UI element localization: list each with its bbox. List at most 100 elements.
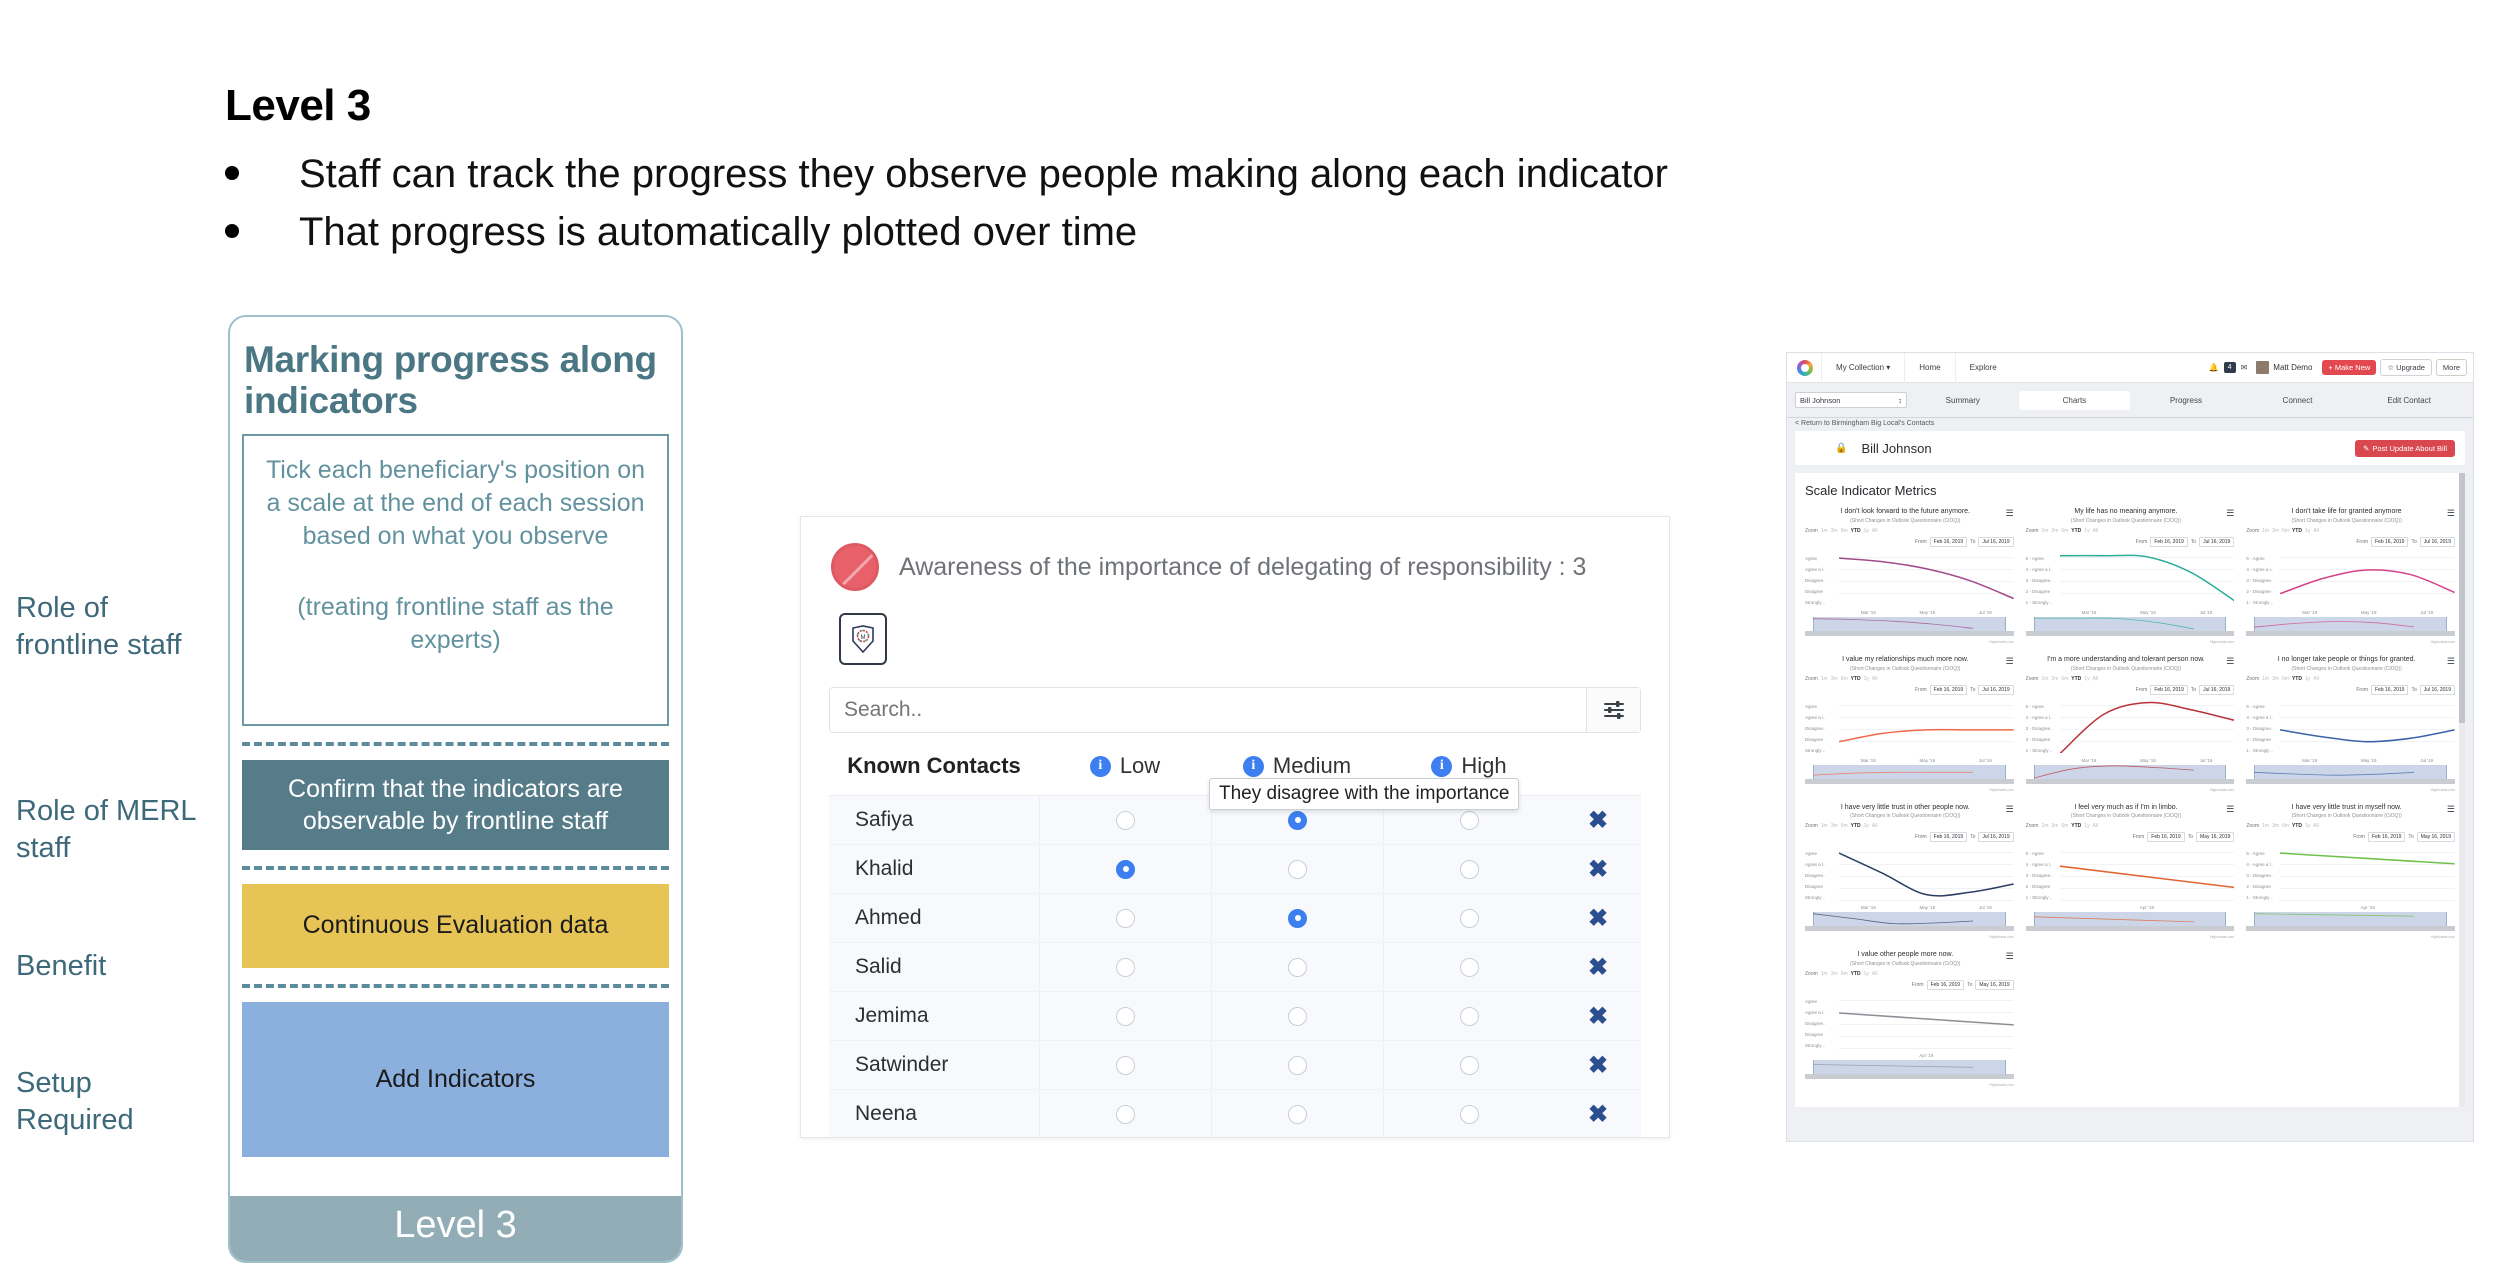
from-date-input[interactable]: Feb 16, 2019 [2147,832,2185,843]
avatar[interactable] [2256,361,2270,374]
zoom-option-6m[interactable]: 6m [2282,528,2289,534]
radio-cell-low[interactable] [1039,1041,1211,1089]
radio-high[interactable] [1460,859,1479,879]
navigator-scrollbar[interactable] [1805,926,2014,932]
tab-connect[interactable]: Connect [2242,391,2354,410]
hamburger-menu-icon[interactable]: ☰ [2226,509,2234,518]
info-icon[interactable]: i [1089,755,1111,777]
zoom-option-ytd[interactable]: YTD [2071,676,2081,682]
to-date-input[interactable]: Jul 16, 2019 [1978,536,2014,547]
hamburger-menu-icon[interactable]: ☰ [2447,509,2455,518]
hamburger-menu-icon[interactable]: ☰ [2006,509,2014,518]
zoom-option-3m[interactable]: 3m [1831,528,1838,534]
navigator-scrollbar[interactable] [2025,926,2235,932]
upgrade-button[interactable]: ☆ Upgrade [2380,359,2432,376]
radio-cell-high[interactable] [1383,845,1555,893]
radio-high[interactable] [1460,1104,1479,1124]
zoom-option-3m[interactable]: 3m [2272,528,2279,534]
zoom-option-all[interactable]: All [1872,823,1878,829]
hamburger-menu-icon[interactable]: ☰ [2226,656,2234,666]
zoom-option-ytd[interactable]: YTD [2071,823,2081,829]
radio-cell-medium[interactable] [1211,845,1383,893]
contact-select-dropdown[interactable]: Bill Johnson ↕ [1795,392,1907,408]
radio-cell-medium[interactable] [1211,992,1383,1040]
zoom-option-1m[interactable]: 1m [2262,528,2269,534]
info-icon[interactable]: i [1242,755,1264,777]
radio-high[interactable] [1460,1006,1479,1026]
radio-cell-low[interactable] [1039,992,1211,1040]
more-button[interactable]: More [2435,359,2467,376]
zoom-option-all[interactable]: All [1872,971,1878,977]
make-new-button[interactable]: + Make New [2322,360,2377,375]
from-date-input[interactable]: Feb 16, 2019 [2150,536,2188,547]
post-update-button[interactable]: ✎ Post Update About Bill [2355,439,2455,457]
radio-high[interactable] [1460,1055,1479,1075]
zoom-option-1y[interactable]: 1y [2305,823,2310,829]
topnav-my-collection[interactable]: My Collection ▾ [1821,353,1904,383]
radio-cell-medium[interactable] [1211,1041,1383,1089]
radio-low[interactable] [1116,957,1135,977]
envelope-icon[interactable]: ✉ [2241,363,2248,372]
search-input[interactable] [830,688,1586,732]
zoom-option-6m[interactable]: 6m [2282,676,2289,682]
zoom-option-all[interactable]: All [2313,528,2319,534]
zoom-option-1m[interactable]: 1m [2041,676,2048,682]
chart-range-navigator[interactable] [2246,764,2455,787]
radio-medium[interactable] [1288,957,1307,977]
navigator-scrollbar[interactable] [1805,1074,2014,1079]
radio-medium[interactable] [1288,908,1307,928]
zoom-option-6m[interactable]: 6m [1841,971,1848,977]
radio-cell-high[interactable] [1383,943,1555,991]
hamburger-menu-icon[interactable]: ☰ [2006,952,2014,961]
zoom-option-1y[interactable]: 1y [2084,676,2089,682]
zoom-option-1y[interactable]: 1y [2084,823,2089,829]
to-date-input[interactable]: Jul 16, 2019 [2199,684,2235,695]
zoom-option-ytd[interactable]: YTD [2071,528,2081,534]
to-date-input[interactable]: May 16, 2019 [1975,980,2014,990]
zoom-option-1m[interactable]: 1m [2262,823,2269,829]
scrollbar-track[interactable] [2459,473,2465,1107]
zoom-option-1y[interactable]: 1y [1864,676,1869,682]
close-x-icon[interactable]: ✖ [1555,904,1641,933]
from-date-input[interactable]: Feb 16, 2019 [2371,536,2409,547]
zoom-option-3m[interactable]: 3m [2051,823,2058,829]
radio-high[interactable] [1460,908,1479,928]
chart-range-navigator[interactable] [2025,764,2235,787]
column-header-medium[interactable]: i Medium [1211,753,1383,779]
radio-high[interactable] [1460,957,1479,977]
to-date-input[interactable]: Jul 16, 2019 [1978,832,2014,843]
navigator-scrollbar[interactable] [1805,778,2014,784]
radio-medium[interactable] [1288,1055,1307,1075]
zoom-option-6m[interactable]: 6m [2282,823,2289,829]
zoom-option-6m[interactable]: 6m [1841,528,1848,534]
radio-low[interactable] [1116,810,1135,830]
zoom-option-all[interactable]: All [2313,676,2319,682]
to-date-input[interactable]: May 16, 2019 [2196,832,2235,843]
radio-low[interactable] [1116,1006,1135,1026]
scrollbar-thumb[interactable] [2459,473,2465,723]
zoom-option-all[interactable]: All [2093,676,2099,682]
from-date-input[interactable]: Feb 16, 2019 [2150,684,2188,695]
zoom-option-1y[interactable]: 1y [2305,676,2310,682]
tab-summary[interactable]: Summary [1907,391,2019,410]
zoom-option-all[interactable]: All [2093,823,2099,829]
close-x-icon[interactable]: ✖ [1555,1100,1641,1129]
zoom-option-6m[interactable]: 6m [1841,676,1848,682]
zoom-option-6m[interactable]: 6m [2061,823,2068,829]
zoom-option-1m[interactable]: 1m [2262,676,2269,682]
radio-cell-medium[interactable] [1211,1090,1383,1137]
tab-edit-contact[interactable]: Edit Contact [2353,391,2465,410]
column-header-low[interactable]: i Low [1039,753,1211,779]
zoom-option-3m[interactable]: 3m [1831,823,1838,829]
notification-count-badge[interactable]: 4 [2223,362,2236,373]
bell-icon[interactable]: 🔔 [2209,363,2219,372]
shield-badge-icon[interactable]: M [839,613,887,665]
zoom-option-3m[interactable]: 3m [2272,823,2279,829]
breadcrumb[interactable]: < Return to Birmingham Big Local's Conta… [1787,417,2473,431]
zoom-option-1y[interactable]: 1y [1864,971,1869,977]
close-x-icon[interactable]: ✖ [1555,806,1641,835]
chart-range-navigator[interactable] [1805,616,2014,639]
radio-cell-low[interactable] [1039,845,1211,893]
chart-range-navigator[interactable] [2246,616,2455,639]
from-date-input[interactable]: Feb 16, 2019 [1929,536,1968,547]
